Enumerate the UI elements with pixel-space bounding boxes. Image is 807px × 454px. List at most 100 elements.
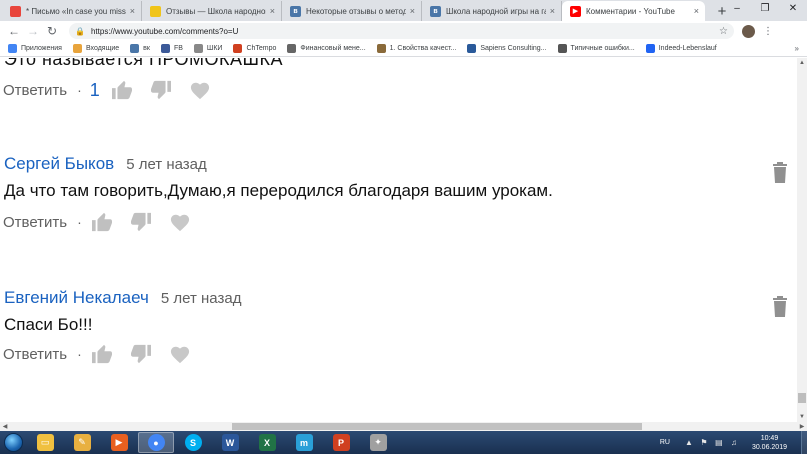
scroll-down-icon[interactable]: ▼ [797, 412, 807, 422]
taskbar-button[interactable]: ✦ [360, 432, 396, 453]
reply-button[interactable]: Ответить [3, 82, 67, 99]
windows-taskbar: ▭ ✎ ▶ ● S W Xm P ✦ RU ▲ ⚑ ▤ ♫ 10:49 30.06.2019 [0, 431, 807, 454]
scroll-right-icon[interactable]: ▶ [797, 422, 807, 431]
maximize-icon[interactable]: ❐ [751, 0, 779, 16]
reply-button[interactable]: Ответить [3, 214, 67, 231]
skype-icon: S [184, 434, 202, 451]
volume-icon[interactable]: ♫ [729, 438, 739, 448]
taskbar-button[interactable]: m [286, 432, 322, 453]
bookmarks-bar: Приложения Входящие вк FB ШКИ ChTempo Финансов… [0, 41, 807, 57]
heart-icon[interactable] [188, 79, 212, 101]
thumbs-up-icon[interactable] [90, 343, 114, 365]
clock[interactable]: 10:49 30.06.2019 [752, 434, 787, 452]
comment-timestamp[interactable]: 5 лет назад [161, 290, 242, 307]
bookmark-item[interactable]: FB [160, 44, 183, 53]
minimize-icon[interactable]: – [723, 0, 751, 16]
network-icon[interactable]: ▤ [714, 438, 724, 448]
bookmark-item[interactable]: ШКИ [193, 44, 223, 53]
forward-icon[interactable]: → [25, 23, 41, 39]
separator-dot: · [77, 214, 82, 230]
browser-tab[interactable]: в Школа народной игры на гармони × [422, 1, 562, 21]
profile-avatar[interactable] [742, 24, 755, 38]
lock-icon[interactable]: 🔒 [75, 27, 85, 36]
youtube-icon: ▶ [570, 5, 581, 17]
bookmark-item[interactable]: вк [130, 44, 150, 53]
thumbs-up-icon[interactable] [110, 79, 134, 101]
thumbs-down-icon[interactable] [149, 79, 173, 101]
browser-tab[interactable]: Отзывы — Школа народной игры × [142, 1, 282, 21]
comment-actions: Ответить · [3, 210, 192, 234]
menu-icon[interactable]: ⋮ [763, 26, 773, 37]
taskbar-button[interactable]: ✎ [64, 432, 100, 453]
language-indicator[interactable]: RU [660, 439, 670, 446]
page-icon [287, 44, 297, 53]
bookmark-item[interactable]: Sapiens Consulting... [467, 44, 547, 53]
trash-icon[interactable] [770, 294, 790, 318]
close-window-icon[interactable]: ✕ [779, 0, 807, 16]
bookmark-item[interactable]: Финансовый мене... [287, 44, 366, 53]
scroll-left-icon[interactable]: ◀ [0, 422, 10, 431]
bookmark-item[interactable]: Indeed-Lebenslauf [645, 44, 717, 53]
window-controls: – ❐ ✕ [723, 0, 807, 16]
taskbar-button[interactable]: ▭ [27, 432, 63, 453]
taskbar-apps: ▭ ✎ ▶ ● S W Xm P ✦ [26, 432, 396, 453]
close-tab-icon[interactable]: × [550, 6, 555, 16]
facebook-icon [160, 44, 170, 53]
taskbar-button[interactable]: W [212, 432, 248, 453]
trash-icon[interactable] [770, 160, 790, 184]
reply-button[interactable]: Ответить [3, 346, 67, 363]
folder-icon: ▭ [36, 434, 54, 451]
close-tab-icon[interactable]: × [694, 6, 699, 16]
flag-icon[interactable]: ⚑ [699, 438, 709, 448]
bookmark-item[interactable]: ChTempo [233, 44, 276, 53]
taskbar-button[interactable]: S [175, 432, 211, 453]
taskbar-button[interactable]: X [249, 432, 285, 453]
taskbar-button[interactable]: ● [138, 432, 174, 453]
vertical-scroll-thumb[interactable] [798, 393, 806, 403]
bookmark-star-icon[interactable]: ☆ [719, 26, 728, 37]
comment-author[interactable]: Сергей Быков [4, 154, 114, 174]
comment-author[interactable]: Евгений Некалаеч [4, 288, 149, 308]
comment-header: Евгений Некалаеч 5 лет назад [4, 288, 241, 308]
taskbar-button[interactable]: ▶ [101, 432, 137, 453]
bookmark-label: 1. Свойства качест... [389, 45, 457, 52]
page-icon [557, 44, 567, 53]
thumbs-up-icon[interactable] [90, 211, 114, 233]
chtempo-icon [233, 44, 243, 53]
scroll-up-icon[interactable]: ▲ [797, 58, 807, 68]
comments-page: Это называется ПРОМОКАШКА Ответить · 1 С… [0, 58, 797, 422]
close-tab-icon[interactable]: × [270, 6, 275, 16]
horizontal-scroll-thumb[interactable] [232, 423, 642, 430]
comment-text: Это называется ПРОМОКАШКА [4, 58, 284, 69]
reload-icon[interactable]: ↻ [44, 23, 60, 39]
close-tab-icon[interactable]: × [410, 6, 415, 16]
taskbar-button[interactable]: P [323, 432, 359, 453]
tab-strip: * Письмо «In case you missed it»×Отзывы … [0, 0, 807, 21]
browser-tab[interactable]: * Письмо «In case you missed it» × [2, 1, 142, 21]
address-bar[interactable]: 🔒 https://www.youtube.com/comments?o=U ☆ [69, 23, 734, 39]
heart-icon[interactable] [168, 211, 192, 233]
bookmark-label: Финансовый мене... [300, 45, 366, 52]
browser-tab[interactable]: ▶ Комментарии - YouTube × [562, 1, 705, 21]
browser-tab[interactable]: в Некоторые отзывы о методике × [282, 1, 422, 21]
page-icon [376, 44, 386, 53]
vertical-scrollbar[interactable]: ▲ ▼ [797, 58, 807, 422]
bookmark-item[interactable]: 1. Свойства качест... [376, 44, 457, 53]
back-icon[interactable]: ← [6, 23, 22, 39]
bookmark-item[interactable]: Входящие [72, 44, 119, 53]
thumbs-down-icon[interactable] [129, 211, 153, 233]
bookmark-label: ШКИ [206, 45, 223, 52]
thumbs-down-icon[interactable] [129, 343, 153, 365]
show-desktop-button[interactable] [801, 431, 807, 454]
start-button[interactable] [0, 431, 26, 454]
bookmark-item[interactable]: Приложения [8, 44, 62, 53]
horizontal-scrollbar[interactable]: ◀ ▶ [0, 422, 807, 431]
heart-icon[interactable] [168, 343, 192, 365]
url-text[interactable]: https://www.youtube.com/comments?o=U [91, 27, 238, 36]
bookmark-item[interactable]: Типичные ошибки... [557, 44, 635, 53]
comment-text: Спаси Бо!!! [4, 315, 93, 334]
close-tab-icon[interactable]: × [130, 6, 135, 16]
tray-expand-icon[interactable]: ▲ [684, 438, 694, 448]
comment-timestamp[interactable]: 5 лет назад [126, 156, 207, 173]
more-bookmarks-icon[interactable]: » [795, 44, 799, 53]
